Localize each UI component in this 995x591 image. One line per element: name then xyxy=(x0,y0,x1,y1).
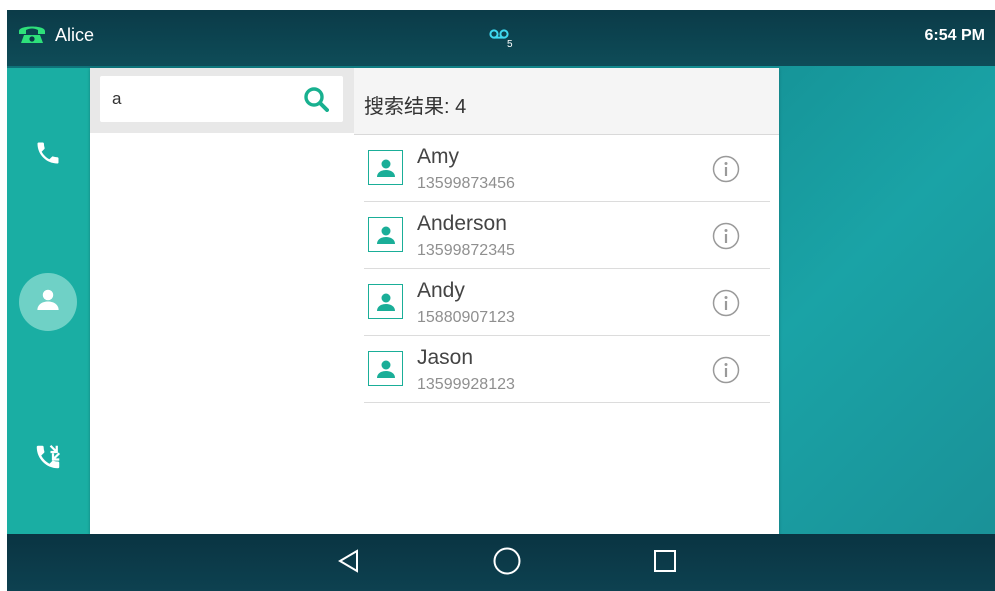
info-icon[interactable] xyxy=(712,289,740,317)
contact-avatar-icon xyxy=(368,150,403,185)
contact-number: 15880907123 xyxy=(417,309,515,326)
contact-avatar-icon xyxy=(368,351,403,386)
back-button[interactable] xyxy=(332,546,366,580)
contact-name: Anderson xyxy=(417,212,507,235)
results-header: 搜索结果: 4 xyxy=(354,68,779,135)
info-icon[interactable] xyxy=(712,356,740,384)
contact-name: Amy xyxy=(417,145,459,168)
results-column: 搜索结果: 4 Amy 13599873456 Anderson 1359987… xyxy=(354,68,779,534)
voicemail-count: 5 xyxy=(507,39,513,50)
search-icon[interactable] xyxy=(303,86,329,112)
voicemail-icon xyxy=(489,27,509,44)
home-button[interactable] xyxy=(490,546,524,580)
contact-list: Amy 13599873456 Anderson 13599872345 And… xyxy=(364,135,770,403)
rail-contacts-button[interactable] xyxy=(19,273,77,331)
system-navigation-bar xyxy=(7,534,995,591)
phone-screen: Alice 5 6:54 PM a 搜索结果: 4 Amy 1359987345… xyxy=(7,10,995,591)
contact-name: Jason xyxy=(417,346,474,369)
clock: 6:54 PM xyxy=(924,27,985,44)
call-history-icon xyxy=(33,442,63,477)
search-bar xyxy=(90,68,354,133)
contact-number: 13599872345 xyxy=(417,242,515,259)
contact-row[interactable]: Amy 13599873456 xyxy=(364,135,770,202)
status-bar: Alice 5 6:54 PM xyxy=(7,10,995,66)
contact-name: Andy xyxy=(417,279,465,302)
recent-square-icon xyxy=(652,548,678,579)
rail-calls-button[interactable] xyxy=(19,126,77,184)
rail-history-button[interactable] xyxy=(19,430,77,488)
contact-row[interactable]: Andy 15880907123 xyxy=(364,269,770,336)
contact-avatar-icon xyxy=(368,217,403,252)
info-icon[interactable] xyxy=(712,222,740,250)
search-input[interactable] xyxy=(112,89,302,109)
search-column xyxy=(90,68,354,534)
info-icon[interactable] xyxy=(712,155,740,183)
account-name: Alice xyxy=(55,25,95,45)
phone-icon xyxy=(34,139,62,172)
left-navigation-rail xyxy=(7,68,90,534)
results-title: 搜索结果: 4 xyxy=(364,96,467,118)
home-circle-icon xyxy=(492,546,522,581)
contact-number: 13599928123 xyxy=(417,376,515,393)
contact-row[interactable]: Jason 13599928123 xyxy=(364,336,770,403)
contacts-panel: 搜索结果: 4 Amy 13599873456 xyxy=(90,68,779,534)
contact-row[interactable]: Anderson 13599872345 xyxy=(364,202,770,269)
search-box[interactable] xyxy=(100,76,343,122)
recent-apps-button[interactable] xyxy=(648,546,682,580)
phone-handset-icon xyxy=(17,22,47,49)
back-triangle-icon xyxy=(336,548,362,579)
contact-avatar-icon xyxy=(368,284,403,319)
contacts-icon xyxy=(33,285,63,320)
voicemail-indicator[interactable]: 5 xyxy=(489,27,513,50)
contact-number: 13599873456 xyxy=(417,175,515,192)
account-indicator[interactable]: Alice xyxy=(17,22,94,49)
